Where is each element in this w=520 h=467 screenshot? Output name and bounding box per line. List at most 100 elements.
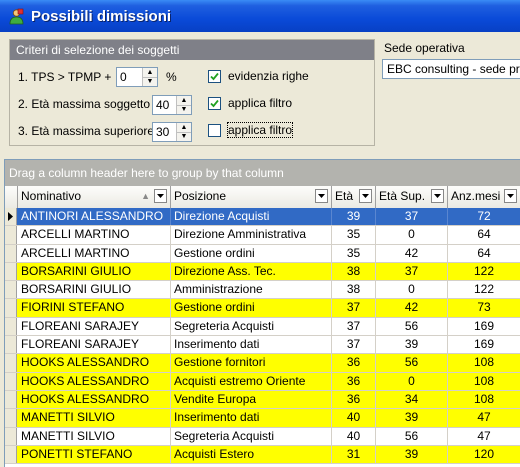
table-row[interactable]: MANETTI SILVIO Inserimento dati 40 39 47 <box>5 409 520 428</box>
checkbox-checked-icon[interactable] <box>208 96 221 110</box>
cell-nome[interactable]: MANETTI SILVIO <box>18 427 171 445</box>
row-indicator[interactable] <box>5 244 17 262</box>
cell-anz[interactable]: 72 <box>448 208 520 225</box>
evidenzia-checkbox[interactable]: evidenzia righe <box>208 69 309 83</box>
cell-pos[interactable]: Amministrazione <box>171 281 332 299</box>
spin-up-icon[interactable]: ▲ <box>177 123 191 132</box>
cell-anz[interactable]: 108 <box>448 391 520 408</box>
table-row[interactable]: FLOREANI SARAJEY Inserimento dati 37 39 169 <box>5 336 520 355</box>
cell-nome[interactable]: PONETTI STEFANO <box>18 445 171 464</box>
cell-anz[interactable]: 120 <box>448 446 520 463</box>
cell-nome[interactable]: FIORINI STEFANO <box>18 299 171 317</box>
spin-down-icon[interactable]: ▼ <box>143 76 157 86</box>
cell-eta-sup[interactable]: 39 <box>376 445 448 464</box>
cell-pos[interactable]: Gestione ordini <box>171 244 332 262</box>
cell-eta-sup[interactable]: 42 <box>376 244 448 262</box>
cell-eta[interactable]: 36 <box>332 372 376 390</box>
tps-spinner[interactable]: 0 ▲ ▼ <box>116 67 158 87</box>
cell-pos[interactable]: Direzione Amministrativa <box>171 226 332 244</box>
cell-eta[interactable]: 39 <box>332 208 376 226</box>
row-indicator[interactable] <box>5 226 17 244</box>
cell-pos[interactable]: Segreteria Acquisti <box>171 317 332 336</box>
cell-nome[interactable]: MANETTI SILVIO <box>18 409 171 427</box>
row-indicator[interactable] <box>5 208 17 226</box>
cell-nome[interactable]: BORSARINI GIULIO <box>18 281 171 299</box>
filter-dropdown-icon[interactable] <box>359 189 372 203</box>
column-header-anz-mesi[interactable]: Anz.mesi <box>448 186 520 208</box>
filter-dropdown-icon[interactable] <box>504 189 517 203</box>
cell-pos[interactable]: Acquisti estremo Oriente <box>171 372 332 390</box>
cell-eta[interactable]: 31 <box>332 445 376 464</box>
row-indicator[interactable] <box>5 336 17 354</box>
table-row[interactable]: ARCELLI MARTINO Direzione Amministrativa 3… <box>5 226 520 245</box>
cell-eta[interactable]: 38 <box>332 262 376 281</box>
row-indicator[interactable] <box>5 390 17 409</box>
table-row[interactable]: MANETTI SILVIO Segreteria Acquisti 40 56 47 <box>5 427 520 446</box>
title-bar[interactable]: Possibili dimissioni <box>0 0 520 32</box>
table-row[interactable]: ANTINORI ALESSANDRO Direzione Acquisti 39 3… <box>5 208 520 227</box>
row-indicator[interactable] <box>5 445 17 464</box>
cell-eta[interactable]: 36 <box>332 390 376 409</box>
cell-eta-sup[interactable]: 34 <box>376 390 448 409</box>
cell-pos[interactable]: Inserimento dati <box>171 409 332 427</box>
cell-anz[interactable]: 64 <box>448 226 520 243</box>
eta-sup-spinner[interactable]: 30 ▲ ▼ <box>152 122 192 142</box>
cell-eta[interactable]: 35 <box>332 244 376 262</box>
column-header-posizione[interactable]: Posizione <box>171 186 332 208</box>
cell-eta-sup[interactable]: 0 <box>376 226 448 244</box>
column-header-nominativo[interactable]: Nominativo ▲ <box>18 186 171 208</box>
cell-anz[interactable]: 73 <box>448 299 520 316</box>
row-indicator[interactable] <box>5 409 17 427</box>
cell-nome[interactable]: FLOREANI SARAJEY <box>18 336 171 354</box>
table-row[interactable]: BORSARINI GIULIO Direzione Ass. Tec. 38 37 1… <box>5 262 520 282</box>
cell-anz[interactable]: 64 <box>448 245 520 262</box>
cell-anz[interactable]: 122 <box>448 263 520 280</box>
cell-eta[interactable]: 36 <box>332 354 376 372</box>
cell-pos[interactable]: Segreteria Acquisti <box>171 427 332 445</box>
row-indicator[interactable] <box>5 427 17 445</box>
cell-nome[interactable]: ANTINORI ALESSANDRO <box>18 208 171 226</box>
row-indicator[interactable] <box>5 372 17 390</box>
spin-up-icon[interactable]: ▲ <box>143 68 157 77</box>
cell-pos[interactable]: Gestione ordini <box>171 299 332 317</box>
cell-anz[interactable]: 169 <box>448 318 520 335</box>
spin-down-icon[interactable]: ▼ <box>177 131 191 141</box>
cell-eta[interactable]: 37 <box>332 336 376 354</box>
cell-eta[interactable]: 37 <box>332 317 376 336</box>
column-header-eta[interactable]: Età <box>332 186 376 208</box>
table-row[interactable]: FIORINI STEFANO Gestione ordini 37 42 73 <box>5 299 520 318</box>
column-header-eta-sup[interactable]: Età Sup. <box>376 186 448 208</box>
cell-nome[interactable]: BORSARINI GIULIO <box>18 262 171 281</box>
cell-eta[interactable]: 38 <box>332 281 376 299</box>
row-indicator[interactable] <box>5 354 17 372</box>
filter-dropdown-icon[interactable] <box>431 189 444 203</box>
cell-eta-sup[interactable]: 56 <box>376 354 448 372</box>
cell-eta[interactable]: 40 <box>332 409 376 427</box>
tps-value[interactable]: 0 <box>117 68 142 86</box>
cell-eta[interactable]: 35 <box>332 226 376 244</box>
cell-anz[interactable]: 47 <box>448 409 520 426</box>
cell-eta-sup[interactable]: 0 <box>376 372 448 390</box>
filter-dropdown-icon[interactable] <box>154 189 167 203</box>
table-row[interactable]: HOOKS ALESSANDRO Vendite Europa 36 34 108 <box>5 390 520 410</box>
cell-nome[interactable]: ARCELLI MARTINO <box>18 244 171 262</box>
cell-pos[interactable]: Direzione Ass. Tec. <box>171 262 332 281</box>
cell-pos[interactable]: Acquisti Estero <box>171 445 332 464</box>
cell-pos[interactable]: Vendite Europa <box>171 390 332 409</box>
checkbox-unchecked-icon[interactable] <box>208 123 221 137</box>
cell-eta[interactable]: 40 <box>332 427 376 445</box>
sede-field[interactable]: EBC consulting - sede principale <box>382 59 520 79</box>
row-indicator[interactable] <box>5 281 17 299</box>
cell-eta-sup[interactable]: 56 <box>376 427 448 445</box>
cell-nome[interactable]: HOOKS ALESSANDRO <box>18 354 171 372</box>
row-indicator[interactable] <box>5 317 17 336</box>
cell-pos[interactable]: Inserimento dati <box>171 336 332 354</box>
table-row[interactable]: ARCELLI MARTINO Gestione ordini 35 42 64 <box>5 244 520 263</box>
cell-eta-sup[interactable]: 39 <box>376 336 448 354</box>
cell-eta-sup[interactable]: 37 <box>376 262 448 281</box>
table-row[interactable]: HOOKS ALESSANDRO Acquisti estremo Oriente… <box>5 372 520 391</box>
cell-pos[interactable]: Direzione Acquisti <box>171 208 332 226</box>
filter-dropdown-icon[interactable] <box>315 189 328 203</box>
group-panel[interactable]: Drag a column header here to group by th… <box>5 160 520 186</box>
eta-spinner[interactable]: 40 ▲ ▼ <box>152 95 192 115</box>
